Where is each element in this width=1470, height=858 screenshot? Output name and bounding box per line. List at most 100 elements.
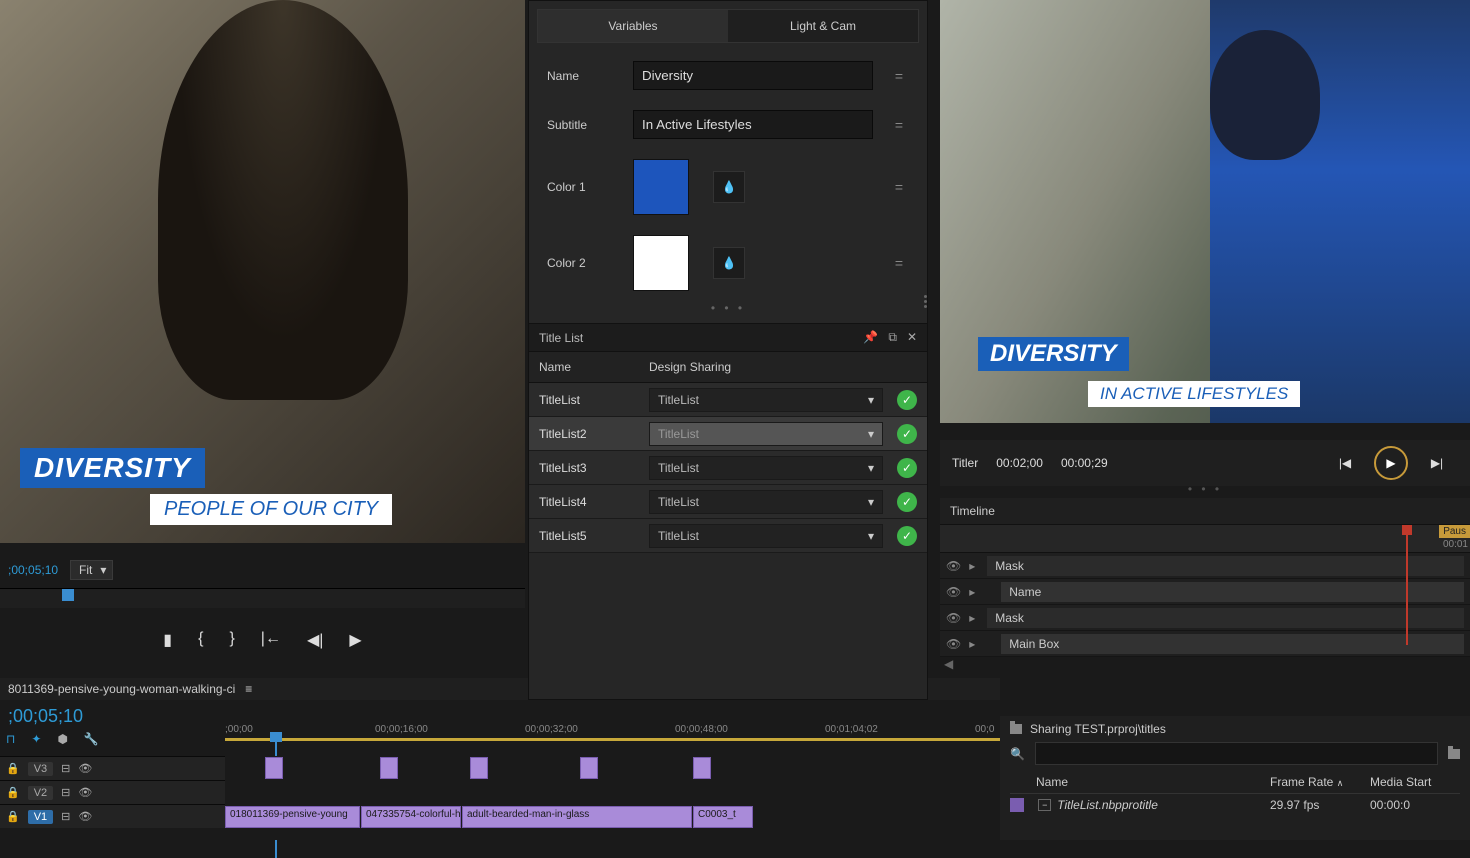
timeline-clip[interactable]: 018011369-pensive-young: [225, 806, 360, 828]
linked-selection-icon[interactable]: ✦: [31, 732, 41, 746]
check-icon[interactable]: [897, 424, 917, 444]
title-list-row[interactable]: TitleList2TitleList: [529, 417, 927, 451]
popout-icon[interactable]: ⧉: [888, 330, 897, 345]
next-frame-icon[interactable]: ▶|: [1424, 450, 1450, 476]
new-bin-icon[interactable]: [1448, 749, 1460, 759]
design-sharing-dropdown[interactable]: TitleList: [649, 456, 883, 480]
bin-col-mediastart[interactable]: Media Start: [1370, 775, 1460, 789]
source-playhead[interactable]: [62, 589, 74, 601]
variable-input[interactable]: [633, 110, 873, 139]
titler-track[interactable]: 👁▸Mask: [940, 553, 1470, 579]
program-tc1[interactable]: 00:02;00: [996, 456, 1043, 470]
bin-col-framerate[interactable]: Frame Rate ∧: [1270, 775, 1370, 789]
link-icon[interactable]: =: [889, 255, 909, 271]
bin-item-row[interactable]: −TitleList.nbpprotitle29.97 fps00:00:0: [1010, 794, 1460, 816]
titler-scrollbar[interactable]: ◀: [940, 657, 1470, 671]
titler-track[interactable]: 👁▸Name: [940, 579, 1470, 605]
title-list-row[interactable]: TitleListTitleList: [529, 383, 927, 417]
titler-ruler[interactable]: Paus 00:01: [940, 525, 1470, 553]
visibility-icon[interactable]: 👁: [946, 585, 961, 599]
link-icon[interactable]: =: [889, 117, 909, 133]
track-v3[interactable]: 🔒V3⊟👁: [0, 756, 225, 780]
panel-resize-handle[interactable]: [918, 286, 932, 316]
design-sharing-dropdown[interactable]: TitleList: [649, 490, 883, 514]
timeline-clip[interactable]: [470, 757, 488, 779]
source-timecode[interactable]: ;00;05;10: [8, 563, 58, 577]
link-icon[interactable]: =: [889, 68, 909, 84]
color-swatch[interactable]: [633, 235, 689, 291]
tab-light-cam[interactable]: Light & Cam: [728, 10, 918, 42]
track-v2[interactable]: 🔒V2⊟👁: [0, 780, 225, 804]
timeline-clip[interactable]: 047335754-colorful-h: [361, 806, 461, 828]
color-swatch[interactable]: [633, 159, 689, 215]
panel-drag-handle[interactable]: • • •: [529, 301, 927, 315]
pause-tag[interactable]: Paus: [1439, 525, 1470, 538]
go-to-in-icon[interactable]: |←: [261, 630, 281, 650]
timeline-clip[interactable]: [693, 757, 711, 779]
play-button[interactable]: ▶: [1374, 446, 1408, 480]
visibility-icon[interactable]: 👁: [946, 637, 961, 651]
expand-icon[interactable]: ▸: [969, 611, 975, 625]
eyedropper-icon[interactable]: 💧: [713, 171, 745, 203]
prev-frame-icon[interactable]: |◀: [1332, 450, 1358, 476]
col-design-sharing[interactable]: Design Sharing: [649, 360, 731, 374]
design-sharing-dropdown[interactable]: TitleList: [649, 422, 883, 446]
bin-col-name[interactable]: Name: [1010, 775, 1270, 789]
design-sharing-dropdown[interactable]: TitleList: [649, 388, 883, 412]
timeline-clip[interactable]: [580, 757, 598, 779]
pin-icon[interactable]: 📌: [863, 330, 878, 345]
sequence-name[interactable]: 8011369-pensive-young-woman-walking-ci: [8, 682, 235, 696]
bracket-close-icon[interactable]: }: [229, 630, 234, 650]
ruler-tick: 00;00;16;00: [375, 724, 428, 735]
work-area-bar[interactable]: [225, 738, 1000, 741]
title-list-row[interactable]: TitleList5TitleList: [529, 519, 927, 553]
zoom-fit-dropdown[interactable]: Fit: [70, 560, 113, 580]
timeline-clip[interactable]: adult-bearded-man-in-glass: [462, 806, 692, 828]
titler-playhead[interactable]: [1406, 525, 1408, 645]
titler-track[interactable]: 👁▸Mask: [940, 605, 1470, 631]
titler-track[interactable]: 👁▸Main Box: [940, 631, 1470, 657]
timeline-clip[interactable]: [380, 757, 398, 779]
timeline-clip[interactable]: [265, 757, 283, 779]
collapse-icon[interactable]: −: [1038, 799, 1051, 811]
variable-input[interactable]: [633, 61, 873, 90]
col-name[interactable]: Name: [539, 360, 649, 374]
marker-icon[interactable]: ⬢: [57, 732, 67, 746]
check-icon[interactable]: [897, 390, 917, 410]
expand-icon[interactable]: ▸: [969, 559, 975, 573]
design-sharing-dropdown[interactable]: TitleList: [649, 524, 883, 548]
visibility-icon[interactable]: 👁: [946, 611, 961, 625]
visibility-icon[interactable]: 👁: [946, 559, 961, 573]
clips-area[interactable]: 018011369-pensive-young047335754-colorfu…: [225, 756, 1000, 840]
track-v1[interactable]: 🔒V1⊟👁: [0, 804, 225, 828]
play-icon[interactable]: ▶: [349, 630, 361, 650]
menu-icon[interactable]: ≡: [245, 682, 252, 696]
eyedropper-icon[interactable]: 💧: [713, 247, 745, 279]
program-drag-handle[interactable]: • • •: [940, 482, 1470, 496]
title-list-row[interactable]: TitleList4TitleList: [529, 485, 927, 519]
tab-variables[interactable]: Variables: [538, 10, 728, 42]
program-tc2[interactable]: 00:00;29: [1061, 456, 1108, 470]
step-back-icon[interactable]: ◀|: [307, 630, 323, 650]
check-icon[interactable]: [897, 492, 917, 512]
timeline-timecode[interactable]: ;00;05;10: [0, 702, 91, 731]
timeline-ruler[interactable]: ;00;0000;00;16;0000;00;32;0000;00;48;000…: [225, 720, 1000, 756]
title-list-row[interactable]: TitleList3TitleList: [529, 451, 927, 485]
check-icon[interactable]: [897, 526, 917, 546]
timeline-clip[interactable]: C0003_t: [693, 806, 753, 828]
check-icon[interactable]: [897, 458, 917, 478]
settings-icon[interactable]: 🔧: [84, 732, 99, 746]
title-name: TitleList2: [539, 427, 649, 441]
source-ruler[interactable]: [0, 588, 525, 608]
expand-icon[interactable]: ▸: [969, 637, 975, 651]
mark-in-icon[interactable]: ▮: [163, 630, 172, 650]
snap-icon[interactable]: ⊓: [6, 732, 15, 746]
overlay-title: DIVERSITY: [20, 448, 205, 488]
ruler-tick: 00;00;48;00: [675, 724, 728, 735]
bin-search-input[interactable]: [1035, 742, 1438, 765]
link-icon[interactable]: =: [889, 179, 909, 195]
bracket-open-icon[interactable]: {: [198, 630, 203, 650]
bin-breadcrumb[interactable]: Sharing TEST.prproj\titles: [1010, 722, 1460, 736]
expand-icon[interactable]: ▸: [969, 585, 975, 599]
close-icon[interactable]: ✕: [907, 330, 917, 345]
